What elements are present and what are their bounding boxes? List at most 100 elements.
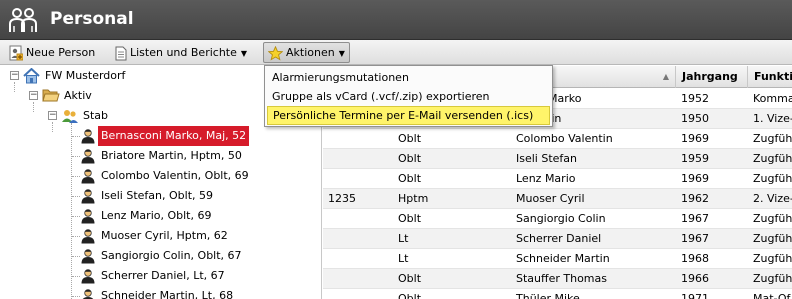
person-icon [81, 229, 95, 244]
tree-person[interactable]: Bernasconi Marko, Maj, 52 [0, 126, 320, 146]
table-cell: 1952 [681, 92, 709, 105]
tree-connector [72, 296, 80, 297]
table-row[interactable]: Oblt Thüler Mike 1971 Mat-Of [323, 289, 792, 299]
star-icon [268, 45, 283, 61]
table-cell: Lt [398, 252, 409, 265]
table-cell: 1967 [681, 232, 709, 245]
sort-ascending-icon: ▲ [662, 72, 669, 81]
collapse-icon[interactable]: − [10, 71, 19, 80]
menu-item-export-vcard[interactable]: Gruppe als vCard (.vcf/.zip) exportieren [267, 87, 550, 106]
actions-label: Aktionen [286, 46, 335, 59]
table-row[interactable]: Lt Scherrer Daniel 1967 Zugfüh [323, 229, 792, 249]
tree-person-label: Schneider Martin, Lt, 68 [101, 289, 234, 299]
toolbar: Neue Person Listen und Berichte ▼ Aktione… [0, 40, 792, 65]
tree-node-label: FW Musterdorf [45, 69, 126, 82]
tree-person[interactable]: Iseli Stefan, Oblt, 59 [0, 186, 320, 206]
new-person-label: Neue Person [26, 46, 96, 59]
tree-connector [72, 156, 80, 157]
table-cell: Mat-Of [753, 292, 791, 299]
menu-item-alarm-mutations[interactable]: Alarmierungsmutationen [267, 68, 550, 87]
table-cell: 1966 [681, 272, 709, 285]
tree-person[interactable]: Colombo Valentin, Oblt, 69 [0, 166, 320, 186]
tree-connector [72, 176, 80, 177]
table-cell: Zugfüh [753, 232, 792, 245]
tree-person-label: Sangiorgio Colin, Oblt, 67 [101, 249, 242, 262]
tree-person-label: Muoser Cyril, Hptm, 62 [101, 229, 228, 242]
table-cell: Muoser Cyril [516, 192, 585, 205]
add-person-icon [9, 45, 23, 61]
table-cell: Zugfüh [753, 252, 792, 265]
actions-menu: Alarmierungsmutationen Gruppe als vCard … [264, 65, 553, 127]
tree-person-label: Iseli Stefan, Oblt, 59 [101, 189, 213, 202]
table-cell: 1. Vize- [753, 112, 792, 125]
table-cell [323, 229, 393, 249]
table-cell: 1971 [681, 292, 709, 299]
actions-button[interactable]: Aktionen ▼ [263, 42, 350, 63]
tree-person[interactable]: Lenz Mario, Oblt, 69 [0, 206, 320, 226]
table-cell: Zugfüh [753, 132, 792, 145]
table-row[interactable]: Oblt Stauffer Thomas 1966 Zugfüh [323, 269, 792, 289]
tree-person-label: Bernasconi Marko, Maj, 52 [98, 126, 250, 146]
table-cell: 1959 [681, 152, 709, 165]
tree-person[interactable]: Sangiorgio Colin, Oblt, 67 [0, 246, 320, 266]
document-icon [115, 46, 127, 60]
lists-reports-label: Listen und Berichte [130, 46, 237, 59]
folder-open-icon [42, 89, 60, 102]
table-cell: Sangiorgio Colin [516, 212, 606, 225]
table-cell: 1969 [681, 132, 709, 145]
column-header[interactable]: Jahrgang [676, 66, 748, 88]
menu-item-send-ics[interactable]: Persönliche Termine per E-Mail versenden… [267, 106, 550, 125]
table-row[interactable]: 1235 Hptm Muoser Cyril 1962 2. Vize- [323, 189, 792, 209]
new-person-button[interactable]: Neue Person [4, 42, 100, 63]
table-cell [323, 209, 393, 229]
chevron-down-icon: ▼ [240, 48, 248, 58]
table-cell: 1969 [681, 172, 709, 185]
person-icon [81, 129, 95, 144]
tree-node-label: Aktiv [64, 89, 92, 102]
tree-person[interactable]: Schneider Martin, Lt, 68 [0, 286, 320, 299]
table-cell [323, 169, 393, 189]
table-cell: Oblt [398, 132, 422, 145]
person-icon [81, 169, 95, 184]
group-icon [62, 110, 78, 123]
table-cell: Oblt [398, 172, 422, 185]
table-cell: Colombo Valentin [516, 132, 613, 145]
table-cell: Oblt [398, 212, 422, 225]
table-cell: Iseli Stefan [516, 152, 577, 165]
table-cell [323, 289, 393, 299]
person-icon [82, 289, 94, 299]
title-bar: Personal [0, 0, 792, 40]
table-cell: Lt [398, 232, 409, 245]
tree-person[interactable]: Scherrer Daniel, Lt, 67 [0, 266, 320, 286]
table-cell: 1235 [328, 192, 356, 205]
collapse-icon[interactable]: − [48, 111, 57, 120]
table-cell: 1968 [681, 252, 709, 265]
table-row[interactable]: Oblt Iseli Stefan 1959 Zugfüh [323, 149, 792, 169]
table-cell: 2. Vize- [753, 192, 792, 205]
table-cell: Komma [753, 92, 792, 105]
table-cell: Oblt [398, 292, 422, 299]
column-header[interactable]: Funkti [748, 66, 792, 88]
tree-node-label: Stab [83, 109, 109, 122]
lists-reports-button[interactable]: Listen und Berichte ▼ [110, 42, 252, 63]
table-cell: 1962 [681, 192, 709, 205]
collapse-icon[interactable]: − [29, 91, 38, 100]
tree-connector [72, 136, 80, 137]
table-cell: Zugfüh [753, 272, 792, 285]
people-icon [9, 8, 37, 32]
person-icon [81, 269, 95, 284]
table-cell: Stauffer Thomas [516, 272, 607, 285]
table-cell: Schneider Martin [516, 252, 610, 265]
tree-connector [72, 216, 80, 217]
person-icon [81, 149, 95, 164]
table-row[interactable]: Lt Schneider Martin 1968 Zugfüh [323, 249, 792, 269]
table-row[interactable]: Oblt Lenz Mario 1969 Zugfüh [323, 169, 792, 189]
table-cell: Oblt [398, 152, 422, 165]
table-cell: Zugfüh [753, 172, 792, 185]
tree-person[interactable]: Muoser Cyril, Hptm, 62 [0, 226, 320, 246]
tree-person[interactable]: Briatore Martin, Hptm, 50 [0, 146, 320, 166]
table-cell [323, 129, 393, 149]
table-row[interactable]: Oblt Colombo Valentin 1969 Zugfüh [323, 129, 792, 149]
table-cell: Oblt [398, 272, 422, 285]
table-row[interactable]: Oblt Sangiorgio Colin 1967 Zugfüh [323, 209, 792, 229]
